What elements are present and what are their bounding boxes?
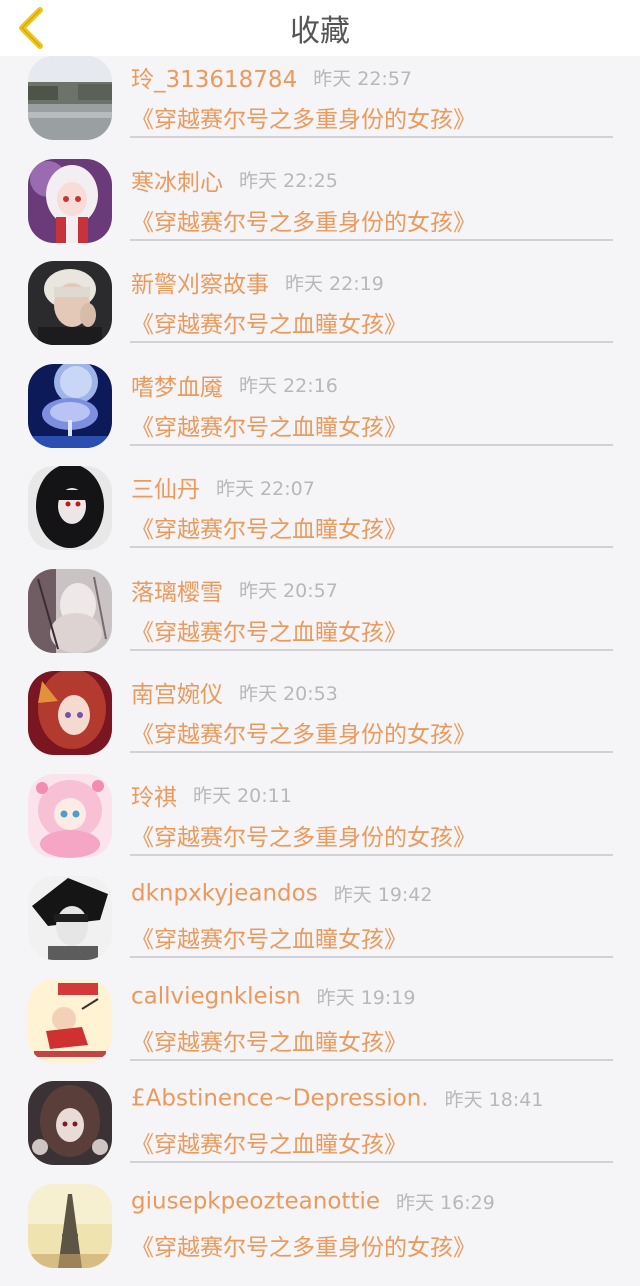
divider bbox=[130, 444, 613, 446]
avatar[interactable] bbox=[28, 1081, 112, 1165]
item-meta: 寒冰刺心昨天 22:25 bbox=[131, 163, 338, 199]
user-name[interactable]: 玲_313618784 bbox=[131, 67, 297, 93]
timestamp: 昨天 20:53 bbox=[239, 683, 338, 705]
avatar[interactable] bbox=[28, 569, 112, 653]
timestamp: 昨天 19:42 bbox=[334, 884, 433, 906]
divider bbox=[130, 854, 613, 856]
avatar[interactable] bbox=[28, 774, 112, 858]
item-meta: callviegnkleisn 昨天 19:19 bbox=[131, 983, 415, 1019]
timestamp: 昨天 20:11 bbox=[193, 785, 292, 807]
list-item[interactable]: £Abstinence~Depression. 昨天 18:41 《穿越赛尔号之血… bbox=[0, 1081, 640, 1184]
book-title[interactable]: 《穿越赛尔号之多重身份的女孩》 bbox=[131, 1228, 476, 1262]
user-name[interactable]: dknpxkyjeandos bbox=[131, 881, 318, 907]
divider bbox=[130, 751, 613, 753]
user-name[interactable]: callviegnkleisn bbox=[131, 983, 301, 1009]
page-title: 收藏 bbox=[0, 12, 640, 52]
item-meta: 新警刈察故事昨天 22:19 bbox=[131, 265, 384, 301]
divider bbox=[130, 546, 613, 548]
divider bbox=[130, 341, 613, 343]
item-meta: 玲_313618784 昨天 22:57 bbox=[131, 60, 412, 96]
book-title[interactable]: 《穿越赛尔号之血瞳女孩》 bbox=[131, 510, 407, 544]
user-name[interactable]: 落璃樱雪 bbox=[131, 580, 223, 606]
book-title[interactable]: 《穿越赛尔号之血瞳女孩》 bbox=[131, 613, 407, 647]
item-meta: giusepkpeozteanottie 昨天 16:29 bbox=[131, 1188, 495, 1224]
avatar[interactable] bbox=[28, 56, 112, 140]
timestamp: 昨天 18:41 bbox=[445, 1089, 544, 1111]
book-title[interactable]: 《穿越赛尔号之血瞳女孩》 bbox=[131, 408, 407, 442]
item-meta: 玲祺昨天 20:11 bbox=[131, 778, 292, 814]
book-title[interactable]: 《穿越赛尔号之多重身份的女孩》 bbox=[131, 100, 476, 134]
list-item[interactable]: 南宫婉仪昨天 20:53 《穿越赛尔号之多重身份的女孩》 bbox=[0, 671, 640, 774]
avatar[interactable] bbox=[28, 159, 112, 243]
list-item[interactable]: 寒冰刺心昨天 22:25 《穿越赛尔号之多重身份的女孩》 bbox=[0, 159, 640, 262]
item-meta: 落璃樱雪昨天 20:57 bbox=[131, 573, 338, 609]
favorites-list: 玲_313618784 昨天 22:57 《穿越赛尔号之多重身份的女孩》 寒冰刺心… bbox=[0, 56, 640, 1286]
avatar[interactable] bbox=[28, 671, 112, 755]
avatar[interactable] bbox=[28, 466, 112, 550]
avatar[interactable] bbox=[28, 1184, 112, 1268]
list-item[interactable]: 玲_313618784 昨天 22:57 《穿越赛尔号之多重身份的女孩》 bbox=[0, 56, 640, 159]
list-item[interactable]: dknpxkyjeandos 昨天 19:42 《穿越赛尔号之血瞳女孩》 bbox=[0, 876, 640, 979]
book-title[interactable]: 《穿越赛尔号之血瞳女孩》 bbox=[131, 305, 407, 339]
item-meta: 南宫婉仪昨天 20:53 bbox=[131, 675, 338, 711]
avatar[interactable] bbox=[28, 364, 112, 448]
timestamp: 昨天 22:16 bbox=[239, 375, 338, 397]
list-item[interactable]: 嗜梦血魇昨天 22:16 《穿越赛尔号之血瞳女孩》 bbox=[0, 364, 640, 467]
user-name[interactable]: 南宫婉仪 bbox=[131, 682, 223, 708]
book-title[interactable]: 《穿越赛尔号之多重身份的女孩》 bbox=[131, 203, 476, 237]
list-item[interactable]: 三仙丹昨天 22:07 《穿越赛尔号之血瞳女孩》 bbox=[0, 466, 640, 569]
timestamp: 昨天 22:25 bbox=[239, 170, 338, 192]
timestamp: 昨天 22:07 bbox=[216, 478, 315, 500]
list-item[interactable]: giusepkpeozteanottie 昨天 16:29 《穿越赛尔号之多重身份… bbox=[0, 1184, 640, 1286]
book-title[interactable]: 《穿越赛尔号之血瞳女孩》 bbox=[131, 1023, 407, 1057]
book-title[interactable]: 《穿越赛尔号之血瞳女孩》 bbox=[131, 1125, 407, 1159]
user-name[interactable]: 三仙丹 bbox=[131, 477, 200, 503]
user-name[interactable]: 玲祺 bbox=[131, 785, 177, 811]
user-name[interactable]: £Abstinence~Depression. bbox=[131, 1086, 429, 1112]
nav-bar: 收藏 bbox=[0, 0, 640, 56]
item-meta: 三仙丹昨天 22:07 bbox=[131, 470, 315, 506]
user-name[interactable]: 嗜梦血魇 bbox=[131, 375, 223, 401]
avatar[interactable] bbox=[28, 876, 112, 960]
divider bbox=[130, 1059, 613, 1061]
list-item[interactable]: callviegnkleisn 昨天 19:19 《穿越赛尔号之血瞳女孩》 bbox=[0, 979, 640, 1082]
list-item[interactable]: 落璃樱雪昨天 20:57 《穿越赛尔号之血瞳女孩》 bbox=[0, 569, 640, 672]
list-item[interactable]: 玲祺昨天 20:11 《穿越赛尔号之多重身份的女孩》 bbox=[0, 774, 640, 877]
book-title[interactable]: 《穿越赛尔号之多重身份的女孩》 bbox=[131, 818, 476, 852]
book-title[interactable]: 《穿越赛尔号之多重身份的女孩》 bbox=[131, 715, 476, 749]
book-title[interactable]: 《穿越赛尔号之血瞳女孩》 bbox=[131, 920, 407, 954]
divider bbox=[130, 1161, 613, 1163]
list-item[interactable]: 新警刈察故事昨天 22:19 《穿越赛尔号之血瞳女孩》 bbox=[0, 261, 640, 364]
user-name[interactable]: giusepkpeozteanottie bbox=[131, 1188, 380, 1214]
user-name[interactable]: 寒冰刺心 bbox=[131, 170, 223, 196]
avatar[interactable] bbox=[28, 261, 112, 345]
divider bbox=[130, 239, 613, 241]
timestamp: 昨天 20:57 bbox=[239, 580, 338, 602]
timestamp: 昨天 19:19 bbox=[317, 987, 416, 1009]
item-meta: dknpxkyjeandos 昨天 19:42 bbox=[131, 880, 432, 916]
user-name[interactable]: 新警刈察故事 bbox=[131, 272, 269, 298]
avatar[interactable] bbox=[28, 979, 112, 1063]
timestamp: 昨天 22:19 bbox=[285, 273, 384, 295]
timestamp: 昨天 16:29 bbox=[396, 1192, 495, 1214]
divider bbox=[130, 136, 613, 138]
timestamp: 昨天 22:57 bbox=[313, 68, 412, 90]
divider bbox=[130, 956, 613, 958]
item-meta: £Abstinence~Depression. 昨天 18:41 bbox=[131, 1085, 543, 1121]
divider bbox=[130, 649, 613, 651]
item-meta: 嗜梦血魇昨天 22:16 bbox=[131, 368, 338, 404]
